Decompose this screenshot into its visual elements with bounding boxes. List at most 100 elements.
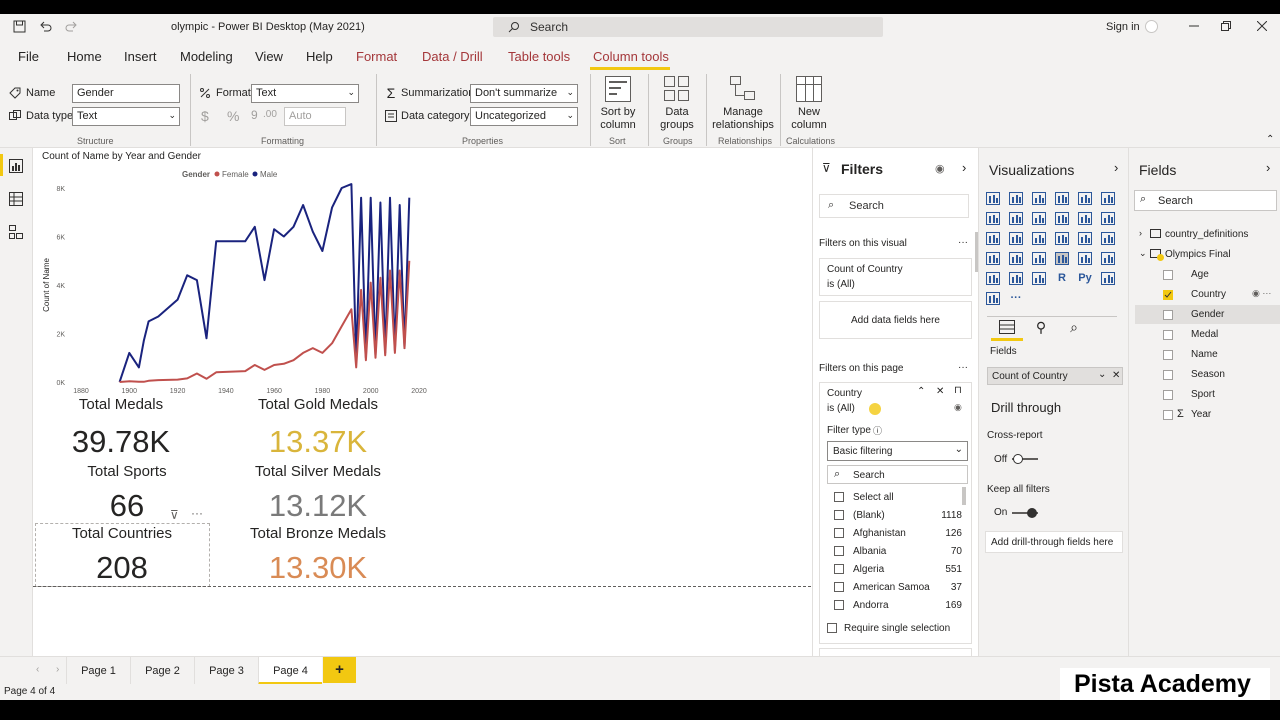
- waterfall-icon[interactable]: [985, 230, 1001, 246]
- stacked-bar-icon[interactable]: [985, 190, 1001, 206]
- tab-home[interactable]: Home: [67, 49, 102, 64]
- r-visual-icon[interactable]: R: [1054, 270, 1070, 286]
- field-name[interactable]: Medal: [1191, 329, 1218, 340]
- page-tab[interactable]: Page 1: [66, 657, 130, 685]
- field-options-icon[interactable]: ◉ ···: [1252, 288, 1271, 299]
- donut-icon[interactable]: [1077, 230, 1093, 246]
- add-drill-through-well[interactable]: Add drill-through fields here: [985, 531, 1123, 553]
- format-paint-icon[interactable]: ⚲: [1031, 318, 1051, 336]
- field-checkbox[interactable]: [1163, 370, 1173, 380]
- stacked-area-icon[interactable]: [1031, 210, 1047, 226]
- data-category-select[interactable]: Uncategorized ⌄: [470, 107, 578, 126]
- table-icon[interactable]: [1008, 270, 1024, 286]
- tab-data-drill[interactable]: Data / Drill: [422, 49, 483, 64]
- analytics-icon[interactable]: ⌕: [1064, 318, 1084, 336]
- prev-page-icon[interactable]: ‹: [36, 664, 39, 675]
- filter-list-scrollbar[interactable]: [962, 487, 966, 505]
- tab-help[interactable]: Help: [306, 49, 333, 64]
- filter-item-checkbox[interactable]: [834, 510, 844, 520]
- multirow-card-icon[interactable]: [1077, 250, 1093, 266]
- ribbon-chart-icon[interactable]: [1100, 210, 1116, 226]
- collapse-filter-icon[interactable]: ⌃: [917, 386, 925, 397]
- collapse-ribbon-icon[interactable]: ⌃: [1266, 134, 1274, 145]
- clustered-column-icon[interactable]: [1054, 190, 1070, 206]
- tab-file[interactable]: File: [18, 49, 39, 64]
- python-visual-icon[interactable]: Py: [1077, 270, 1093, 286]
- redo-icon[interactable]: [64, 19, 78, 33]
- clear-filter-icon[interactable]: ✕: [936, 386, 944, 397]
- field-name[interactable]: Age: [1191, 269, 1209, 280]
- field-name[interactable]: Gender: [1191, 309, 1224, 320]
- key-influencers-icon[interactable]: [985, 290, 1001, 306]
- collapse-viz-icon[interactable]: ›: [1114, 160, 1118, 175]
- field-name[interactable]: Name: [1191, 349, 1218, 360]
- data-groups-button[interactable]: Data groups: [652, 76, 702, 132]
- tab-format[interactable]: Format: [356, 49, 397, 64]
- collapse-filters-icon[interactable]: ›: [962, 160, 966, 175]
- decimal-places-input[interactable]: Auto: [284, 107, 346, 126]
- summarization-select[interactable]: Don't summarize ⌄: [470, 84, 578, 103]
- restore-icon[interactable]: [1218, 18, 1234, 34]
- add-page-button[interactable]: +: [323, 657, 356, 683]
- funnel-icon[interactable]: [1008, 230, 1024, 246]
- format-select[interactable]: Text ⌄: [251, 84, 359, 103]
- line-column-icon[interactable]: [1054, 210, 1070, 226]
- model-view-icon[interactable]: [8, 224, 24, 240]
- tab-column-tools[interactable]: Column tools: [593, 49, 669, 64]
- pie-chart-icon[interactable]: [1054, 230, 1070, 246]
- field-well-pill[interactable]: Count of Country ⌄ ✕: [987, 367, 1123, 385]
- treemap-icon[interactable]: [1100, 230, 1116, 246]
- data-type-select[interactable]: Text ⌄: [72, 107, 180, 126]
- filter-item-checkbox[interactable]: [834, 546, 844, 556]
- manage-relationships-button[interactable]: Manage relationships: [710, 76, 776, 132]
- stacked-column-icon[interactable]: [1008, 190, 1024, 206]
- tab-modeling[interactable]: Modeling: [180, 49, 233, 64]
- gauge-icon[interactable]: [1031, 250, 1047, 266]
- field-checkbox[interactable]: [1163, 270, 1173, 280]
- more-visuals-icon[interactable]: ···: [1008, 290, 1024, 306]
- eye-icon[interactable]: ◉: [935, 162, 945, 175]
- minimize-icon[interactable]: [1186, 18, 1202, 34]
- line-chart-icon[interactable]: [985, 210, 1001, 226]
- fields-tab-icon[interactable]: [997, 318, 1017, 336]
- data-view-icon[interactable]: [8, 191, 24, 207]
- undo-icon[interactable]: [38, 19, 52, 33]
- tab-table-tools[interactable]: Table tools: [508, 49, 570, 64]
- tab-insert[interactable]: Insert: [124, 49, 157, 64]
- area-chart-icon[interactable]: [1008, 210, 1024, 226]
- filter-item-checkbox[interactable]: [834, 582, 844, 592]
- field-checkbox[interactable]: [1163, 410, 1173, 420]
- matrix-icon[interactable]: [1031, 270, 1047, 286]
- page-tab[interactable]: Page 2: [130, 657, 194, 685]
- expand-icon[interactable]: ⌄: [1139, 248, 1147, 259]
- chevron-down-icon[interactable]: ⌄: [1098, 369, 1106, 380]
- card-icon[interactable]: [1054, 250, 1070, 266]
- lock-icon[interactable]: ⊓: [954, 385, 962, 396]
- table-name[interactable]: country_definitions: [1165, 229, 1248, 240]
- more-options-icon[interactable]: ···: [191, 506, 203, 520]
- field-checkbox[interactable]: [1163, 350, 1173, 360]
- decomposition-tree-icon[interactable]: [1100, 270, 1116, 286]
- collapse-fields-icon[interactable]: ›: [1266, 160, 1270, 175]
- fields-search[interactable]: ⌕ Search: [1134, 190, 1277, 211]
- eye-icon[interactable]: ◉: [954, 402, 962, 413]
- add-data-fields-well[interactable]: Add data fields here: [819, 301, 972, 339]
- field-name[interactable]: Sport: [1191, 389, 1215, 400]
- select-all-checkbox[interactable]: [834, 492, 844, 502]
- page-tab-active[interactable]: Page 4: [258, 657, 322, 685]
- page-tab[interactable]: Page 3: [194, 657, 258, 685]
- field-checkbox[interactable]: [1163, 310, 1173, 320]
- close-icon[interactable]: [1254, 18, 1270, 34]
- line-clustered-icon[interactable]: [1077, 210, 1093, 226]
- scatter-icon[interactable]: [1031, 230, 1047, 246]
- kpi-icon[interactable]: [1100, 250, 1116, 266]
- percent-button[interactable]: %: [227, 108, 239, 124]
- filter-item-checkbox[interactable]: [834, 600, 844, 610]
- 100-bar-icon[interactable]: [1077, 190, 1093, 206]
- sort-by-column-button[interactable]: Sort by column: [593, 76, 643, 132]
- line-chart[interactable]: Gender Female Male 0K 2K 4K 6K 8K 1880 1900 1920 19…: [33, 162, 433, 398]
- next-page-icon[interactable]: ›: [56, 664, 59, 675]
- user-avatar[interactable]: [1145, 20, 1158, 33]
- 100-column-icon[interactable]: [1100, 190, 1116, 206]
- visual-filter-card[interactable]: Count of Country is (All): [819, 258, 972, 296]
